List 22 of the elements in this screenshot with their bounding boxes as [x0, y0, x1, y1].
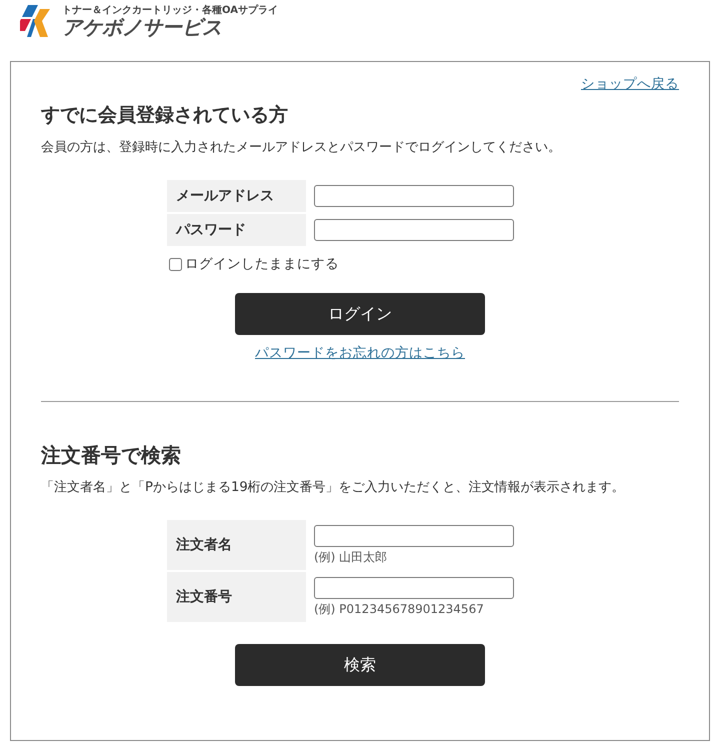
field-label: 注文番号 — [167, 572, 306, 622]
section-heading: すでに会員登録されている方 — [41, 103, 289, 128]
checkbox-label: ログインしたままにする — [185, 255, 339, 273]
field-label: 注文者名 — [167, 520, 306, 570]
input-hint: (例) P012345678901234567 — [314, 601, 485, 617]
login-button[interactable]: ログイン — [235, 293, 485, 335]
logo-tagline: トナー＆インクカートリッジ・各種OAサプライ — [62, 5, 278, 16]
input-field[interactable] — [314, 219, 514, 241]
section-heading: 注文番号で検索 — [41, 442, 182, 468]
input-field[interactable] — [314, 185, 514, 207]
input-field[interactable] — [314, 525, 514, 547]
section-description: 会員の方は、登録時に入力されたメールアドレスとパスワードでログインしてください。 — [41, 139, 562, 157]
search-button[interactable]: 検索 — [235, 644, 485, 686]
section-description: 「注文者名」と「Pからはじまる19桁の注文番号」をご入力いただくと、注文情報が表示されます。 — [41, 479, 626, 497]
field-label: パスワード — [167, 214, 306, 246]
back-to-shop-link[interactable]: ショップへ戻る — [581, 75, 679, 93]
input-field[interactable] — [314, 577, 514, 599]
field-label: メールアドレス — [167, 180, 306, 212]
logo-wordmark: アケボノサービス — [62, 16, 223, 38]
remember-checkbox[interactable] — [169, 258, 182, 270]
input-hint: (例) 山田太郎 — [314, 549, 388, 565]
forgot-password-link[interactable]: パスワードをお忘れの方はこちら — [255, 344, 465, 362]
